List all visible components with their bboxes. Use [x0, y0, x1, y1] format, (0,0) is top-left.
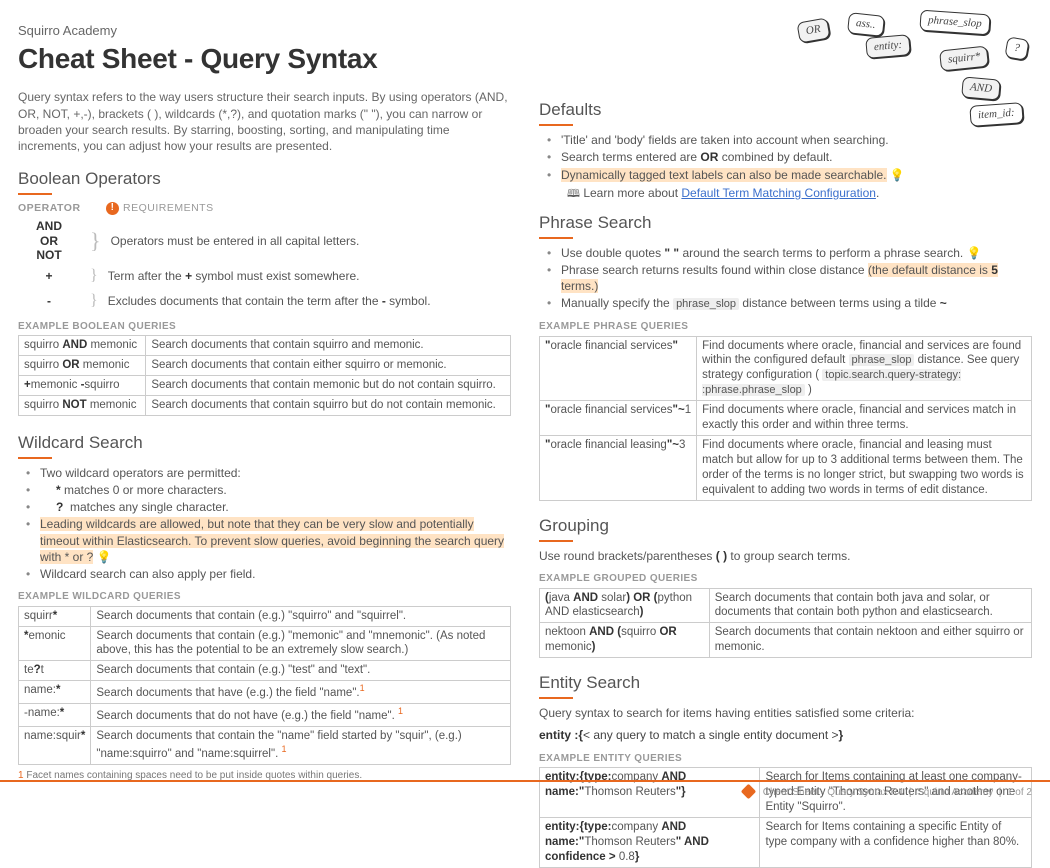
group-desc: Use round brackets/parentheses ( ) to gr… [539, 548, 1032, 564]
brand: Squirro Academy [18, 22, 1032, 40]
heading-phrase: Phrase Search [539, 212, 1032, 235]
wildcard-bullets: Two wildcard operators are permitted: * … [22, 465, 511, 582]
entity-desc: Query syntax to search for items having … [539, 705, 1032, 721]
heading-defaults: Defaults [539, 99, 1032, 122]
example-label: EXAMPLE WILDCARD QUERIES [18, 590, 511, 604]
squirro-icon [741, 784, 757, 800]
heading-wildcard: Wildcard Search [18, 432, 511, 455]
phrase-bullets: Use double quotes " " around the search … [543, 245, 1032, 312]
heading-boolean: Boolean Operators [18, 168, 511, 191]
heading-entity: Entity Search [539, 672, 1032, 695]
page-footer: Cheat Sheet - Query Syntax R4 | Squirro … [0, 780, 1050, 800]
bulb-icon: 💡 [890, 168, 905, 182]
op-minus: -} Excludes documents that contain the t… [18, 290, 511, 312]
group-table: (java AND solar) OR (python AND elastics… [539, 588, 1032, 659]
defaults-bullets: 'Title' and 'body' fields are taken into… [543, 132, 1032, 183]
heading-grouping: Grouping [539, 515, 1032, 538]
op-plus: +} Term after the + symbol must exist so… [18, 265, 511, 287]
example-label: EXAMPLE PHRASE QUERIES [539, 320, 1032, 334]
example-label: EXAMPLE BOOLEAN QUERIES [18, 320, 511, 334]
page-title: Cheat Sheet - Query Syntax [18, 40, 1032, 78]
bulb-icon: 💡 [967, 246, 982, 260]
entity-syntax: entity :{< any query to match a single e… [539, 727, 1032, 743]
example-label: EXAMPLE ENTITY QUERIES [539, 752, 1032, 766]
learn-more-link[interactable]: Default Term Matching Configuration [681, 186, 876, 200]
wild-table: squirr*Search documents that contain (e.… [18, 606, 511, 765]
bulb-icon: 💡 [97, 550, 112, 564]
alert-icon: ! [106, 202, 119, 215]
op-andornot: ANDORNOT } Operators must be entered in … [18, 219, 511, 262]
bool-table-header: OPERATOR !REQUIREMENTS [18, 201, 511, 215]
learn-more: 🕮 Learn more about Default Term Matching… [539, 185, 1032, 202]
bool-table: squirro AND memonicSearch documents that… [18, 335, 511, 416]
intro-text: Query syntax refers to the way users str… [18, 89, 511, 154]
example-label: EXAMPLE GROUPED QUERIES [539, 572, 1032, 586]
phrase-table: "oracle financial services"Find document… [539, 336, 1032, 501]
